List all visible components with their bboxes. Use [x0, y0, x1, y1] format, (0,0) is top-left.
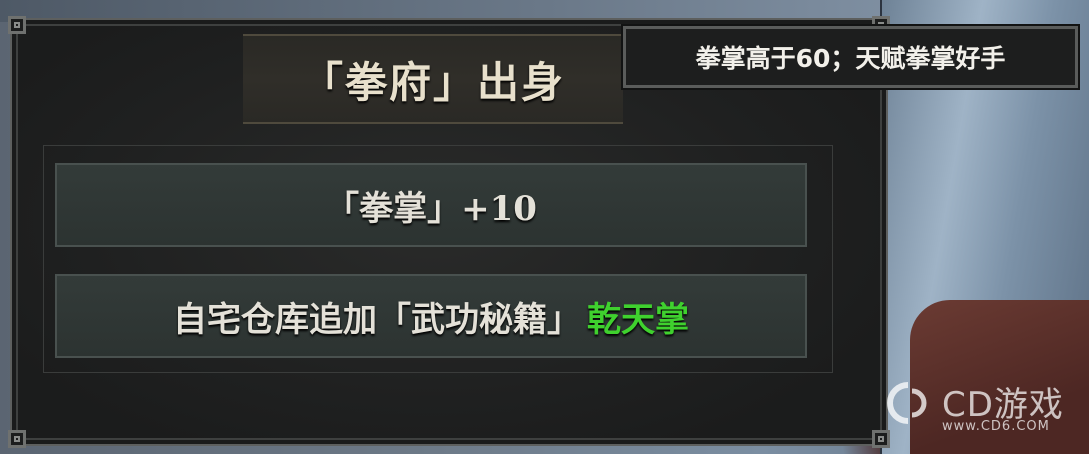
bonus-row-item: 自宅仓库追加「武功秘籍」 乾天掌: [55, 274, 807, 358]
site-watermark: CD游戏 www.CD6.COM: [880, 375, 1080, 439]
bonus-row-stat: 「拳掌」+10: [55, 163, 807, 247]
watermark-url: www.CD6.COM: [942, 419, 1050, 434]
origin-title: 「拳府」出身: [300, 57, 565, 107]
panel-corner-ornament: [8, 430, 26, 448]
panel-corner-ornament: [8, 16, 26, 34]
bonus-row-text: 「拳掌」+10: [325, 188, 537, 229]
bonus-row-text: 自宅仓库追加「武功秘籍」: [173, 299, 581, 340]
requirement-tooltip: 拳掌高于60；天赋拳掌好手: [623, 26, 1078, 88]
bonus-row-highlight: 乾天掌: [587, 299, 689, 340]
cd-logo-icon: [887, 382, 927, 424]
requirement-tooltip-text: 拳掌高于60；天赋拳掌好手: [695, 44, 1006, 73]
origin-title-plate: 「拳府」出身: [243, 34, 623, 124]
